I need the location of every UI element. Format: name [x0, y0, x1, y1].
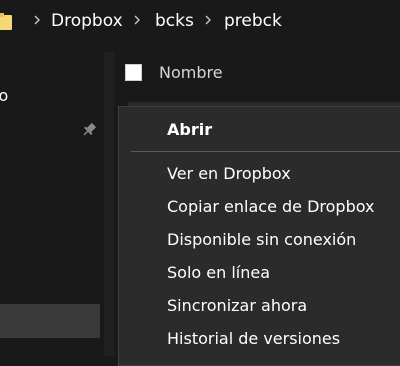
nav-item-selected[interactable]: [0, 304, 100, 338]
chevron-right-icon: [205, 15, 211, 25]
chevron-right-icon: [34, 15, 40, 25]
breadcrumb-bcks[interactable]: bcks: [155, 10, 194, 32]
menu-item-copiar-enlace[interactable]: Copiar enlace de Dropbox: [167, 196, 375, 218]
menu-item-disponible-sin-conexion[interactable]: Disponible sin conexión: [167, 229, 356, 251]
folder-icon: [0, 13, 12, 30]
menu-item-solo-en-linea[interactable]: Solo en línea: [167, 262, 270, 284]
context-menu: Abrir Ver en Dropbox Copiar enlace de Dr…: [118, 106, 400, 366]
address-bar: Dropbox bcks prebck: [0, 0, 400, 44]
pane-divider[interactable]: [104, 52, 114, 356]
menu-item-historial-versiones[interactable]: Historial de versiones: [167, 328, 340, 350]
chevron-right-icon: [134, 15, 140, 25]
menu-item-ver-en-dropbox[interactable]: Ver en Dropbox: [167, 163, 291, 185]
menu-item-abrir[interactable]: Abrir: [167, 119, 212, 141]
menu-item-sincronizar-ahora[interactable]: Sincronizar ahora: [167, 295, 307, 317]
breadcrumb-dropbox[interactable]: Dropbox: [51, 10, 123, 32]
nav-item-label[interactable]: lo: [0, 86, 8, 106]
file-list-header: Nombre: [114, 52, 400, 96]
navigation-pane: lo: [0, 44, 104, 356]
breadcrumb-prebck[interactable]: prebck: [224, 10, 282, 32]
menu-separator: [131, 151, 400, 152]
select-all-checkbox[interactable]: [125, 64, 142, 81]
pin-icon[interactable]: [81, 122, 97, 138]
column-header-name[interactable]: Nombre: [159, 63, 223, 83]
